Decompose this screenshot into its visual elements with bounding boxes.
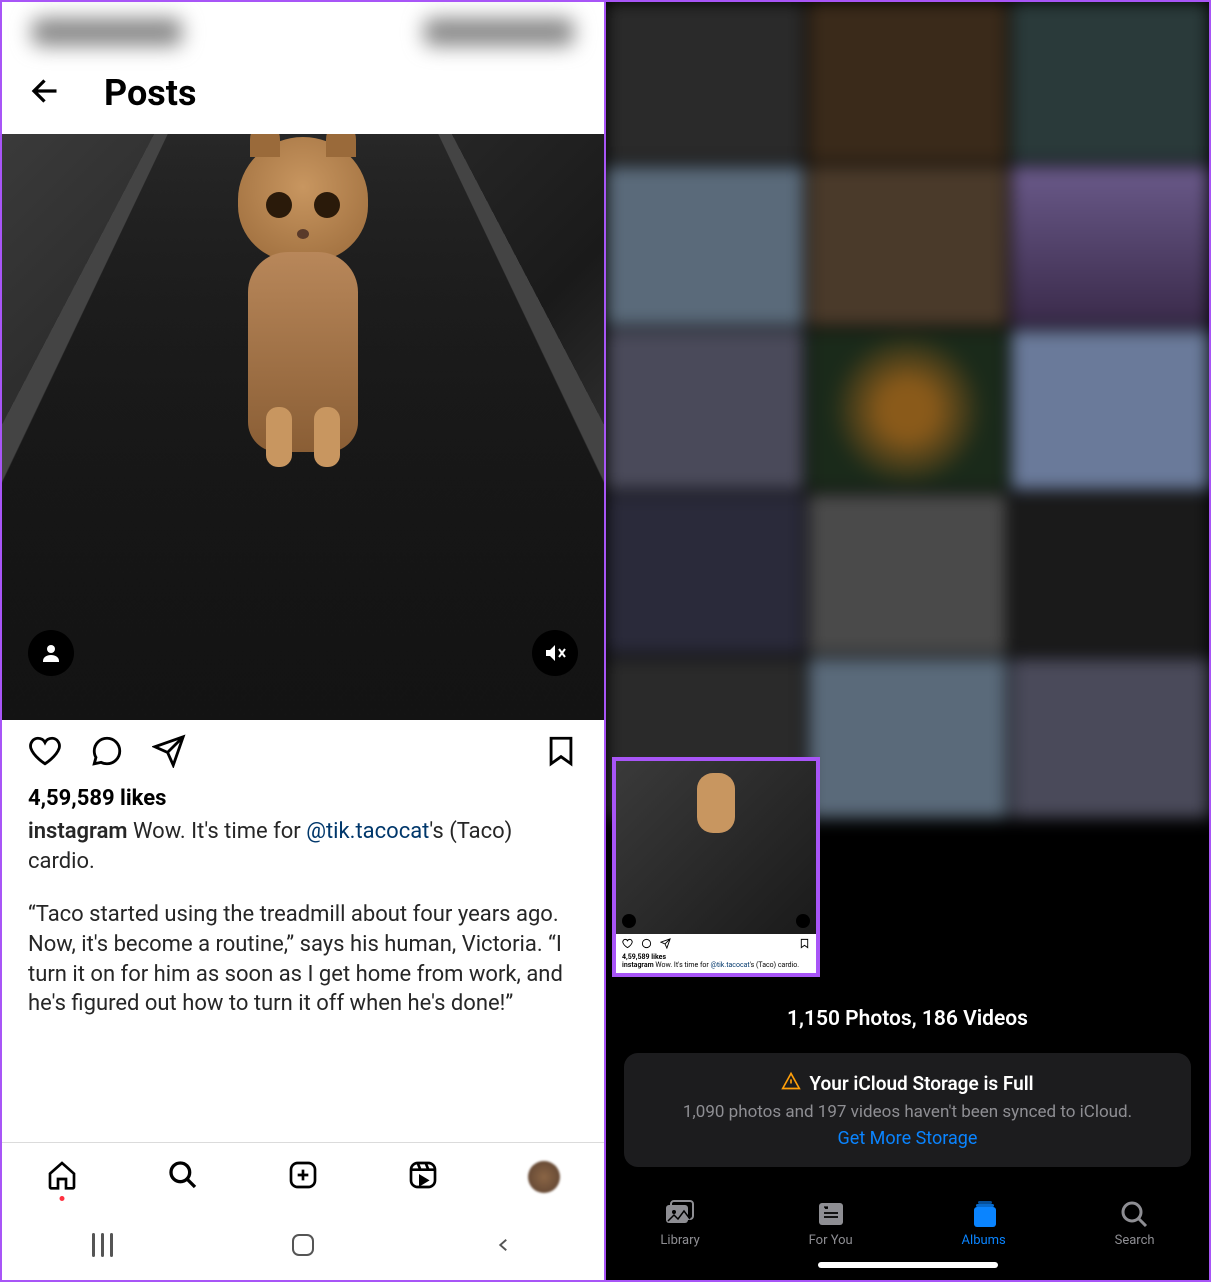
- avatar: [528, 1161, 560, 1193]
- tab-profile[interactable]: [528, 1161, 560, 1193]
- tab-label: For You: [809, 1233, 853, 1248]
- tab-albums[interactable]: Albums: [962, 1199, 1006, 1248]
- tab-search[interactable]: [167, 1159, 199, 1195]
- instagram-tabbar: [2, 1142, 604, 1210]
- nav-recent-button[interactable]: [88, 1231, 116, 1259]
- photo-thumb[interactable]: [808, 2, 1006, 162]
- thumb-image: [616, 761, 816, 934]
- tab-label: Albums: [962, 1233, 1006, 1248]
- warning-icon: [781, 1071, 801, 1096]
- tag-people-icon[interactable]: [28, 630, 74, 676]
- page-header: Posts: [2, 62, 604, 134]
- nav-home-button[interactable]: [289, 1231, 317, 1259]
- android-nav-bar: [2, 1210, 604, 1280]
- photo-thumb[interactable]: [1011, 658, 1209, 818]
- tab-home[interactable]: [46, 1159, 78, 1195]
- thumb-action-row: [616, 934, 816, 953]
- instagram-screen: Posts: [2, 2, 606, 1280]
- photo-thumb[interactable]: [808, 166, 1006, 326]
- likes-count[interactable]: 4,59,589 likes: [2, 780, 604, 815]
- home-indicator[interactable]: [818, 1262, 998, 1268]
- caption-username[interactable]: instagram: [28, 819, 128, 844]
- photo-thumb[interactable]: [1011, 494, 1209, 654]
- photo-thumb[interactable]: [808, 658, 1006, 818]
- tab-search[interactable]: Search: [1115, 1199, 1155, 1248]
- tab-library[interactable]: Library: [660, 1199, 699, 1248]
- share-icon: [660, 938, 671, 949]
- caption-paragraph-2: “Taco started using the treadmill about …: [28, 900, 578, 1019]
- tab-reels[interactable]: [407, 1159, 439, 1195]
- get-more-storage-link[interactable]: Get More Storage: [644, 1128, 1171, 1149]
- comment-icon[interactable]: [90, 734, 124, 772]
- photo-thumb[interactable]: [808, 330, 1006, 490]
- heart-icon: [622, 938, 633, 949]
- photo-thumb[interactable]: [1011, 2, 1209, 162]
- caption-text-1a: Wow. It's time for: [128, 819, 307, 844]
- banner-title: Your iCloud Storage is Full: [809, 1072, 1033, 1095]
- post-caption: instagram Wow. It's time for @tik.tacoca…: [2, 815, 604, 1039]
- notification-dot: [60, 1196, 65, 1201]
- thumb-mute-icon: [796, 914, 810, 928]
- cat-graphic: [208, 137, 398, 487]
- back-icon[interactable]: [28, 73, 64, 113]
- post-video[interactable]: [2, 134, 604, 720]
- photos-summary: 1,150 Photos, 186 Videos: [606, 977, 1209, 1053]
- comment-icon: [641, 938, 652, 949]
- nav-back-button[interactable]: [490, 1231, 518, 1259]
- bookmark-icon: [799, 938, 810, 949]
- tab-for-you[interactable]: For You: [809, 1199, 853, 1248]
- photos-tabbar: Library For You Albums Search: [606, 1187, 1209, 1256]
- photo-thumb[interactable]: [606, 330, 804, 490]
- photo-thumb[interactable]: [808, 494, 1006, 654]
- photo-thumb[interactable]: [606, 166, 804, 326]
- status-bar: [2, 2, 604, 62]
- photo-grid[interactable]: [606, 2, 1209, 818]
- photo-thumb[interactable]: [1011, 166, 1209, 326]
- page-title: Posts: [104, 72, 196, 114]
- thumb-likes: 4,59,589 likes: [616, 953, 816, 961]
- tab-label: Library: [660, 1233, 699, 1248]
- photos-screen: 4,59,589 likes instagram Wow. It's time …: [606, 2, 1209, 1280]
- icloud-storage-banner: Your iCloud Storage is Full 1,090 photos…: [624, 1053, 1191, 1167]
- caption-mention[interactable]: @tik.tacocat: [306, 819, 429, 844]
- thumb-tag-icon: [622, 914, 636, 928]
- bookmark-icon[interactable]: [544, 734, 578, 772]
- like-icon[interactable]: [28, 734, 62, 772]
- selected-screenshot-thumb[interactable]: 4,59,589 likes instagram Wow. It's time …: [612, 757, 820, 977]
- banner-subtitle: 1,090 photos and 197 videos haven't been…: [644, 1102, 1171, 1122]
- post-action-bar: [2, 720, 604, 780]
- photo-thumb[interactable]: [606, 494, 804, 654]
- status-left-blur: [32, 18, 182, 46]
- tab-label: Search: [1115, 1233, 1155, 1248]
- photo-grid-area: 4,59,589 likes instagram Wow. It's time …: [606, 2, 1209, 977]
- mute-icon[interactable]: [532, 630, 578, 676]
- tab-new-post[interactable]: [287, 1159, 319, 1195]
- photo-thumb[interactable]: [1011, 330, 1209, 490]
- share-icon[interactable]: [152, 734, 186, 772]
- thumb-caption: instagram Wow. It's time for @tik.tacoca…: [616, 961, 816, 973]
- photo-thumb[interactable]: [606, 2, 804, 162]
- status-right-blur: [424, 18, 574, 46]
